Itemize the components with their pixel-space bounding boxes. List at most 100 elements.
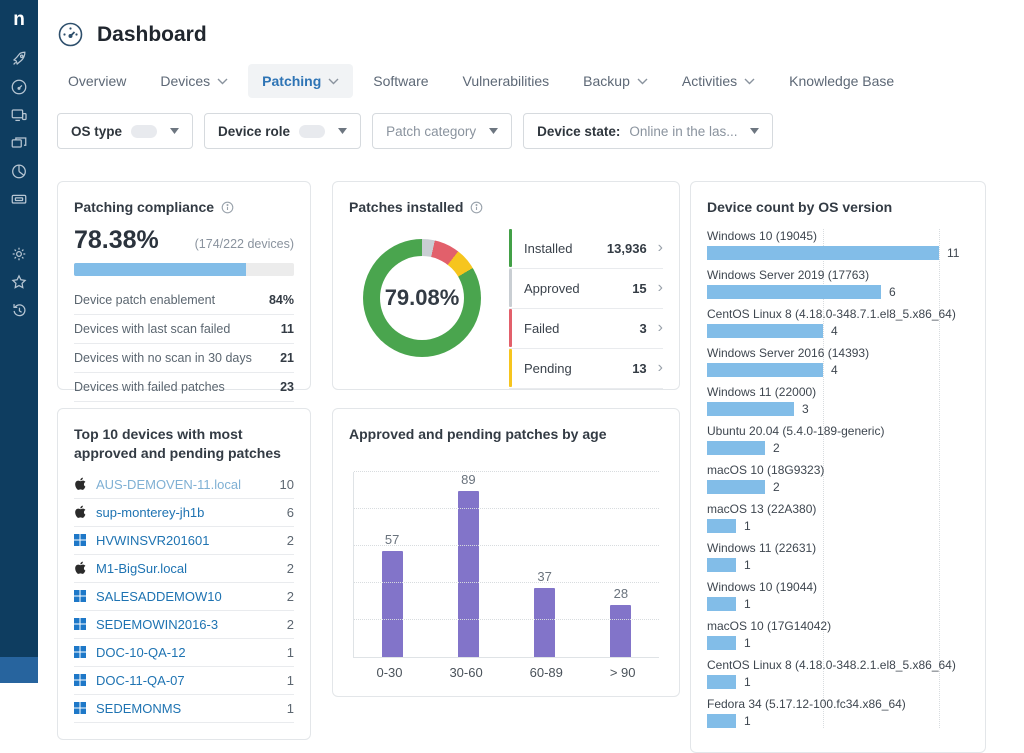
tab-overview[interactable]: Overview bbox=[54, 64, 140, 98]
device-row-sedemowin2016-3: SEDEMOWIN2016-3 2 bbox=[74, 611, 294, 639]
apple-icon bbox=[74, 561, 87, 575]
legend-row-pending[interactable]: Pending 13 › bbox=[509, 349, 663, 389]
history-icon[interactable] bbox=[10, 301, 28, 319]
tab-label: Backup bbox=[583, 73, 630, 89]
chevron-right-icon: › bbox=[657, 319, 663, 337]
rocket-icon[interactable] bbox=[10, 50, 28, 68]
os-value: 4 bbox=[831, 362, 838, 377]
tab-vulnerabilities[interactable]: Vulnerabilities bbox=[449, 64, 564, 98]
filter-bar: OS type Device role Patch category Device s… bbox=[57, 113, 1024, 149]
legend-label: Failed bbox=[524, 320, 560, 336]
windows-icon bbox=[74, 674, 87, 687]
os-value: 2 bbox=[773, 440, 780, 455]
tab-label: Software bbox=[373, 73, 429, 89]
legend-value: 3 bbox=[639, 320, 647, 336]
chevron-down-icon bbox=[637, 78, 648, 85]
legend-row-installed[interactable]: Installed 13,936 › bbox=[509, 229, 663, 269]
compliance-devices: (174/222 devices) bbox=[194, 236, 294, 251]
os-value: 1 bbox=[744, 596, 751, 611]
os-bar-row: 2 bbox=[707, 479, 969, 494]
tab-backup[interactable]: Backup bbox=[569, 64, 662, 98]
filter-device-state[interactable]: Device state: Online in the las... bbox=[523, 113, 774, 149]
dashboard-gauge-icon bbox=[57, 21, 84, 48]
windows-icon bbox=[74, 646, 87, 659]
os-bar bbox=[707, 518, 736, 533]
star-icon[interactable] bbox=[10, 273, 28, 291]
os-label: Windows 11 (22000) bbox=[707, 384, 817, 399]
age-bar bbox=[457, 490, 479, 657]
os-bar bbox=[707, 479, 765, 494]
device-patch-count: 1 bbox=[286, 644, 294, 660]
windows-icon bbox=[74, 702, 87, 715]
windows-icon bbox=[74, 590, 87, 603]
filter-device-role[interactable]: Device role bbox=[204, 113, 362, 149]
gear-icon[interactable] bbox=[10, 245, 28, 263]
os-bar-row: 4 bbox=[707, 323, 969, 338]
chevron-right-icon: › bbox=[657, 239, 663, 257]
apple-icon bbox=[74, 477, 87, 491]
app-logo[interactable]: n bbox=[13, 10, 25, 29]
os-item-ubuntu-20-04-5-4-0-189-generic: Ubuntu 20.04 (5.4.0-189-generic) 2 bbox=[707, 424, 969, 455]
tab-software[interactable]: Software bbox=[359, 64, 442, 98]
column-right: Device count by OS version Windows 10 (1… bbox=[690, 181, 986, 753]
age-bar bbox=[610, 604, 632, 657]
filter-patch-category[interactable]: Patch category bbox=[372, 113, 513, 149]
device-patch-count: 2 bbox=[286, 616, 294, 632]
card-title-text: Device count by OS version bbox=[707, 199, 893, 215]
tab-knowledge-base[interactable]: Knowledge Base bbox=[775, 64, 908, 98]
device-patch-count: 1 bbox=[286, 700, 294, 716]
os-item-windows-server-2016-14393: Windows Server 2016 (14393) 4 bbox=[707, 346, 969, 377]
os-label: Windows 11 (22631) bbox=[707, 540, 817, 555]
gauge-icon[interactable] bbox=[10, 78, 28, 96]
device-name-link[interactable]: SEDEMONMS bbox=[96, 701, 181, 716]
tab-label: Patching bbox=[262, 73, 322, 89]
os-item-fedora-34-5-17-12-100-fc34-x86-64: Fedora 34 (5.17.12-100.fc34.x86_64) 1 bbox=[707, 697, 969, 728]
legend-color-bar bbox=[509, 349, 512, 388]
os-item-windows-11-22631: Windows 11 (22631) 1 bbox=[707, 541, 969, 572]
os-bar bbox=[707, 323, 823, 338]
age-bar-value: 89 bbox=[461, 471, 476, 487]
device-patch-count: 2 bbox=[286, 560, 294, 576]
chevron-right-icon: › bbox=[657, 359, 663, 377]
card-title-text: Patching compliance bbox=[74, 199, 215, 215]
legend-row-approved[interactable]: Approved 15 › bbox=[509, 269, 663, 309]
card-title-text: Top 10 devices with most approved and pe… bbox=[74, 426, 281, 461]
device-name-link[interactable]: sup-monterey-jh1b bbox=[96, 505, 204, 520]
stat-row-device-patch-enablement: Device patch enablement 84% bbox=[74, 286, 294, 315]
device-name-link[interactable]: M1-BigSur.local bbox=[96, 561, 187, 576]
pie-chart-icon[interactable] bbox=[10, 162, 28, 180]
legend-row-failed[interactable]: Failed 3 › bbox=[509, 309, 663, 349]
os-item-macos-13-22a380: macOS 13 (22A380) 1 bbox=[707, 502, 969, 533]
device-name-link[interactable]: SALESADDEMOW10 bbox=[96, 589, 222, 604]
os-version-title: Device count by OS version bbox=[707, 198, 969, 217]
os-label: macOS 13 (22A380) bbox=[707, 501, 817, 516]
ticket-icon[interactable] bbox=[10, 190, 28, 208]
device-name-link[interactable]: DOC-10-QA-12 bbox=[96, 645, 186, 660]
info-icon[interactable] bbox=[470, 201, 483, 214]
sidebar-corner-button[interactable] bbox=[0, 657, 38, 683]
filter-os-type[interactable]: OS type bbox=[57, 113, 194, 149]
device-name-link[interactable]: HVWINSVR201601 bbox=[96, 533, 209, 548]
os-bar bbox=[707, 245, 939, 260]
stat-label: Devices with last scan failed bbox=[74, 321, 231, 336]
device-name-link[interactable]: DOC-11-QA-07 bbox=[96, 673, 185, 688]
device-patch-count: 10 bbox=[279, 476, 294, 492]
os-item-centos-linux-8-4-18-0-348-7-1-el8-5-x86-64: CentOS Linux 8 (4.18.0-348.7.1.el8_5.x86… bbox=[707, 307, 969, 338]
multi-device-icon[interactable] bbox=[10, 134, 28, 152]
compliance-stat-list: Device patch enablement 84% Devices with l… bbox=[74, 286, 294, 402]
legend-label: Installed bbox=[524, 240, 573, 256]
info-icon[interactable] bbox=[221, 201, 234, 214]
os-item-macos-10-18g9323: macOS 10 (18G9323) 2 bbox=[707, 463, 969, 494]
device-name-link[interactable]: SEDEMOWIN2016-3 bbox=[96, 617, 218, 632]
apple-icon bbox=[74, 505, 87, 519]
page-title: Dashboard bbox=[97, 22, 207, 46]
tab-devices[interactable]: Devices bbox=[146, 64, 242, 98]
stat-row-devices-with-last-scan-failed: Devices with last scan failed 11 bbox=[74, 315, 294, 344]
device-name-link[interactable]: AUS-DEMOVEN-11.local bbox=[96, 477, 241, 492]
tab-patching[interactable]: Patching bbox=[248, 64, 354, 98]
age-gridline bbox=[354, 507, 659, 509]
filter-pill bbox=[299, 124, 326, 138]
stat-row-devices-with-failed-patches: Devices with failed patches 23 bbox=[74, 373, 294, 402]
tab-activities[interactable]: Activities bbox=[668, 64, 769, 98]
remote-devices-icon[interactable] bbox=[10, 106, 28, 124]
